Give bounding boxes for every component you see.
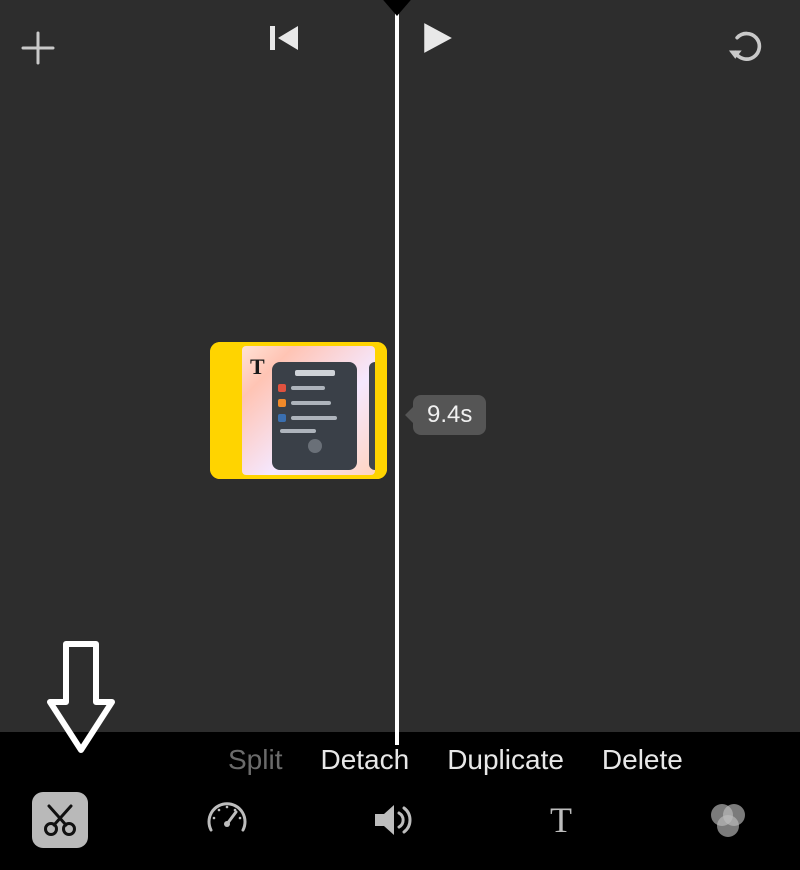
text-icon: T: [541, 800, 581, 840]
skip-to-start-button[interactable]: [270, 24, 300, 57]
play-icon: [420, 21, 454, 55]
undo-icon: [728, 28, 770, 62]
tutorial-arrow-annotation: [46, 640, 116, 761]
speaker-icon: [372, 800, 416, 840]
detach-action[interactable]: Detach: [320, 744, 409, 776]
clip-trim-handle-left[interactable]: [210, 342, 242, 479]
filters-icon: [706, 800, 750, 840]
cut-tool[interactable]: [32, 792, 88, 848]
title-overlay-badge: T: [250, 354, 265, 380]
volume-tool[interactable]: [366, 792, 422, 848]
add-media-button[interactable]: [20, 30, 56, 71]
tool-bar: T: [0, 780, 800, 870]
skip-back-icon: [270, 24, 300, 52]
speedometer-icon: [205, 798, 249, 842]
scissors-icon: [42, 802, 78, 838]
timeline[interactable]: T 9.4s: [0, 80, 800, 745]
svg-text:T: T: [550, 800, 572, 840]
thumbnail-ui-preview: [272, 362, 357, 470]
duplicate-action[interactable]: Duplicate: [447, 744, 564, 776]
clip-actions-bar: Split Detach Duplicate Delete: [0, 732, 800, 780]
clip-duration-tooltip: 9.4s: [413, 395, 486, 435]
filters-tool[interactable]: [700, 792, 756, 848]
undo-button[interactable]: [728, 28, 770, 67]
text-tool[interactable]: T: [533, 792, 589, 848]
video-clip[interactable]: T: [210, 342, 387, 479]
speed-tool[interactable]: [199, 792, 255, 848]
plus-icon: [20, 30, 56, 66]
split-action[interactable]: Split: [228, 744, 282, 776]
playhead-marker: [378, 0, 416, 23]
clip-thumbnail: T: [242, 346, 375, 475]
clip-trim-handle-right[interactable]: [375, 342, 387, 479]
playhead-line[interactable]: [395, 0, 399, 745]
delete-action[interactable]: Delete: [602, 744, 683, 776]
play-button[interactable]: [420, 21, 454, 60]
clip-duration-value: 9.4s: [427, 401, 472, 428]
